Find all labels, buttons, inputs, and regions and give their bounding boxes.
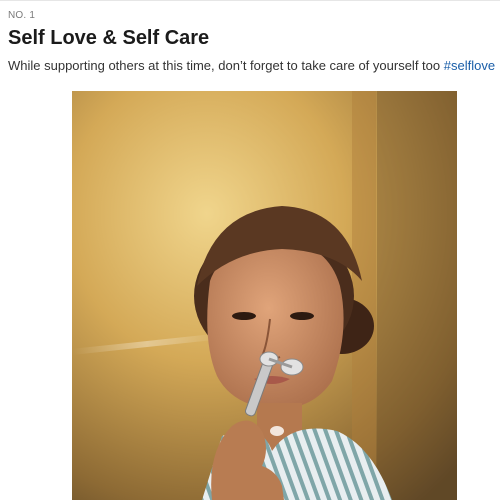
face bbox=[207, 241, 344, 410]
wall-shadow bbox=[377, 91, 457, 500]
left-eye bbox=[232, 312, 256, 320]
hashtag-link[interactable]: #selflove bbox=[444, 58, 495, 73]
item-number: NO. 1 bbox=[8, 10, 36, 21]
article-item: NO. 1 Self Love & Self Care While suppor… bbox=[8, 10, 495, 74]
instagram-photo bbox=[72, 91, 457, 500]
selfie-illustration bbox=[72, 91, 457, 500]
right-eye bbox=[290, 312, 314, 320]
article-caption: While supporting others at this time, do… bbox=[8, 57, 495, 74]
top-divider bbox=[0, 0, 500, 1]
article-title: Self Love & Self Care bbox=[8, 27, 210, 49]
fingernail bbox=[270, 426, 284, 436]
caption-text: While supporting others at this time, do… bbox=[8, 58, 444, 73]
doorframe bbox=[352, 91, 376, 500]
